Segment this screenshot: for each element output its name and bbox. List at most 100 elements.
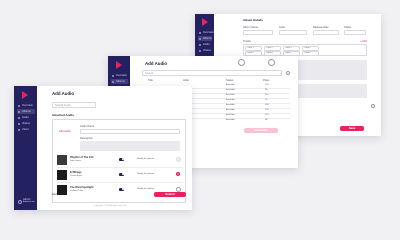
track-toggle[interactable] (119, 188, 124, 191)
track-status: Ready for upload (137, 188, 154, 190)
track-artist: Sam Jones (70, 160, 81, 162)
field-label: Status (344, 26, 352, 29)
status-select[interactable] (344, 30, 366, 35)
nav-item-videos[interactable]: Videos (17, 121, 35, 126)
avatar[interactable] (268, 59, 275, 66)
album-cover (57, 155, 67, 165)
track-list-item[interactable]: El Mirage Ocean Eyes Ready for upload × (57, 169, 183, 181)
audio-icon (18, 116, 20, 119)
search-input[interactable]: Search (142, 70, 282, 76)
album-cover (57, 185, 67, 195)
add-tracks-link[interactable]: + Add (360, 40, 367, 43)
search-placeholder: Search (145, 72, 154, 75)
avatar[interactable] (18, 200, 22, 204)
video-icon (18, 122, 20, 125)
audio-icon (199, 43, 201, 46)
nav-item-albums[interactable]: Albums (111, 79, 128, 84)
artist-input[interactable] (279, 30, 307, 35)
album-cover (57, 170, 67, 180)
table-row-status: Available (226, 94, 235, 96)
nav-item-overview[interactable]: Overview (17, 103, 35, 108)
more-icon[interactable] (176, 157, 181, 162)
back-link[interactable]: Back (52, 193, 58, 196)
submit-button[interactable]: Submit (154, 192, 186, 197)
track-artist: Ocean Eyes (70, 175, 82, 177)
table-row-plays: 120 (265, 84, 269, 86)
front-window: Overview Albums Audio Videos Users Admin… (14, 86, 192, 210)
nav-item-audio[interactable]: Audio (198, 42, 212, 47)
table-row-plays: 160 (265, 104, 269, 106)
table-row-status: Available (226, 84, 235, 86)
table-row-status: Available (226, 89, 235, 91)
description-label: Description (80, 137, 93, 140)
overview-icon (18, 104, 20, 107)
row-divider (57, 182, 183, 183)
description-input[interactable] (80, 141, 180, 151)
nav-item-albums[interactable]: Albums (17, 109, 35, 114)
album-icon (18, 110, 20, 113)
track-toggle[interactable] (119, 158, 124, 161)
page-title: Add Audio (145, 61, 168, 66)
footer-copyright: Copyright © 2024 All rights reserved (94, 205, 127, 207)
album-icon (199, 37, 201, 40)
nav-item-audio[interactable]: Audio (17, 115, 35, 120)
track-title: Rhythm of The Girl (70, 156, 94, 159)
album-name-input[interactable] (243, 30, 273, 35)
search-input[interactable]: Search Audio (52, 102, 96, 108)
app-logo (202, 18, 208, 26)
release-date-input[interactable] (313, 30, 339, 35)
table-row-status: Available (226, 119, 235, 121)
table-row-plays: 88 (265, 119, 268, 121)
album-details-heading: Album Details (243, 18, 264, 22)
table-row-plays: 95 (265, 89, 268, 91)
table-row-status: Available (226, 104, 235, 106)
audio-name-label: Audio Name (80, 125, 95, 128)
table-row-status: Available (226, 109, 235, 111)
app-logo (116, 61, 122, 69)
table-row-plays: 101 (265, 114, 269, 116)
user-role: Administrator (23, 201, 35, 203)
album-icon (112, 80, 114, 83)
nav-item-albums[interactable]: Albums (198, 36, 212, 41)
track-artist: Golden Pulse (70, 190, 84, 192)
nav-item-users[interactable]: Users (17, 127, 35, 132)
table-row-status: Available (226, 99, 235, 101)
overview-icon (112, 74, 114, 77)
upload-link[interactable]: Add Audio (59, 130, 71, 133)
column-header: Status (226, 79, 234, 82)
avatar[interactable] (238, 59, 245, 66)
field-label: Artist (279, 26, 285, 29)
save-album-button[interactable]: Save (340, 126, 364, 131)
track-list-item[interactable]: Rhythm of The Girl Sam Jones Ready for u… (57, 154, 183, 166)
track-status: Ready for upload (137, 158, 154, 160)
page-title: Add Audio (52, 91, 75, 96)
field-label: Release Date (313, 26, 329, 29)
sidebar: Overview Albums Audio Videos Users Admin… (14, 86, 37, 210)
app-logo (22, 91, 28, 99)
table-row-plays: 143 (265, 109, 269, 111)
add-audio-button[interactable]: Add Audio (244, 128, 278, 133)
users-icon (18, 128, 20, 131)
nav-item-overview[interactable]: Overview (198, 30, 214, 35)
overview-icon (199, 31, 201, 34)
table-row-plays: 210 (265, 94, 269, 96)
video-icon (199, 49, 201, 52)
audio-upload-panel: Add Audio Audio Name Description Rhythm … (52, 119, 186, 203)
nav-item-videos[interactable]: Videos (198, 48, 212, 53)
row-divider (57, 167, 183, 168)
nav-item-overview[interactable]: Overview (111, 73, 128, 78)
column-header: Title (148, 79, 153, 82)
search-placeholder: Search Audio (55, 104, 71, 107)
audio-name-input[interactable] (80, 129, 180, 134)
table-row-plays: 78 (265, 99, 268, 101)
tracks-label: Tracks (243, 40, 251, 43)
selected-tracks-box: Track 1 Track 2 Track 3 Track 4 Track 5 … (243, 44, 367, 56)
table-row-status: Available (226, 114, 235, 116)
settings-icon[interactable] (286, 71, 290, 75)
column-header: Plays (263, 79, 270, 82)
track-toggle[interactable] (119, 173, 124, 176)
info-icon[interactable] (371, 104, 375, 108)
close-icon[interactable]: × (176, 172, 180, 176)
track-tag[interactable]: Track 8 (302, 51, 319, 56)
track-title: El Mirage (70, 171, 82, 174)
